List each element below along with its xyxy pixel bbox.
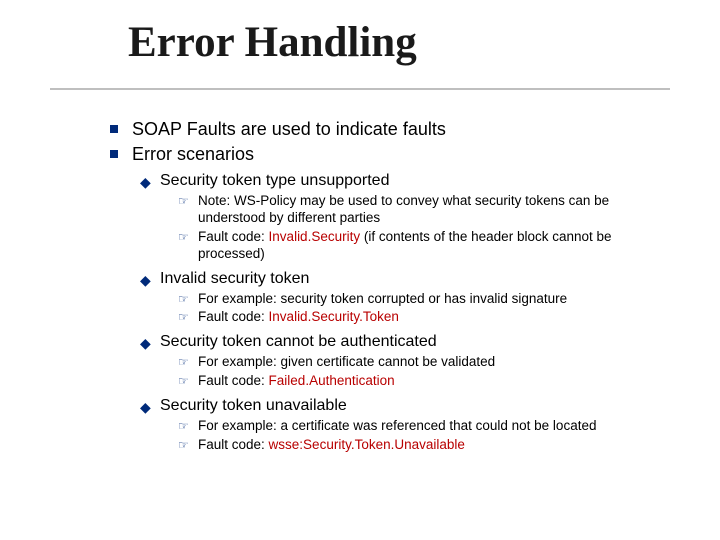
scenario-heading: ◆ Security token cannot be authenticated — [110, 332, 650, 352]
scenario-detail: ☞ For example: given certificate cannot … — [110, 354, 650, 371]
scenario-fault-code: ☞ Fault code: Invalid.Security (if conte… — [110, 229, 650, 263]
text: Security token type unsupported — [160, 172, 389, 189]
square-bullet-icon — [110, 150, 118, 158]
text: For example: given certificate cannot be… — [198, 354, 495, 369]
diamond-bullet-icon: ◆ — [140, 174, 151, 192]
pointer-bullet-icon: ☞ — [178, 194, 189, 209]
text: Error scenarios — [132, 144, 254, 164]
pointer-bullet-icon: ☞ — [178, 374, 189, 389]
bullet-soap-faults: SOAP Faults are used to indicate faults — [110, 118, 650, 141]
pointer-bullet-icon: ☞ — [178, 419, 189, 434]
fault-code-value: Failed.Authentication — [269, 373, 395, 388]
slide: Error Handling SOAP Faults are used to i… — [0, 0, 720, 540]
bullet-error-scenarios: Error scenarios — [110, 143, 650, 166]
scenario-fault-code: ☞ Fault code: wsse:Security.Token.Unavai… — [110, 437, 650, 454]
fault-code-label: Fault code: — [198, 309, 269, 324]
scenario-detail: ☞ Note: WS-Policy may be used to convey … — [110, 193, 650, 227]
text: Note: WS-Policy may be used to convey wh… — [198, 193, 609, 225]
scenario-fault-code: ☞ Fault code: Failed.Authentication — [110, 373, 650, 390]
fault-code-value: Invalid.Security.Token — [269, 309, 399, 324]
scenario-heading: ◆ Security token unavailable — [110, 396, 650, 416]
pointer-bullet-icon: ☞ — [178, 310, 189, 325]
square-bullet-icon — [110, 125, 118, 133]
text: Security token cannot be authenticated — [160, 333, 437, 350]
scenario-fault-code: ☞ Fault code: Invalid.Security.Token — [110, 309, 650, 326]
pointer-bullet-icon: ☞ — [178, 438, 189, 453]
pointer-bullet-icon: ☞ — [178, 355, 189, 370]
scenario-detail: ☞ For example: security token corrupted … — [110, 291, 650, 308]
scenario-heading: ◆ Security token type unsupported — [110, 171, 650, 191]
fault-code-label: Fault code: — [198, 229, 269, 244]
pointer-bullet-icon: ☞ — [178, 292, 189, 307]
diamond-bullet-icon: ◆ — [140, 335, 151, 353]
slide-body: SOAP Faults are used to indicate faults … — [110, 118, 650, 455]
scenario-heading: ◆ Invalid security token — [110, 269, 650, 289]
text: SOAP Faults are used to indicate faults — [132, 119, 446, 139]
title-underline — [50, 88, 670, 90]
text: For example: security token corrupted or… — [198, 291, 567, 306]
fault-code-value: Invalid.Security — [269, 229, 361, 244]
text: Security token unavailable — [160, 397, 347, 414]
text: Invalid security token — [160, 270, 309, 287]
text: For example: a certificate was reference… — [198, 418, 596, 433]
fault-code-value: wsse:Security.Token.Unavailable — [269, 437, 465, 452]
fault-code-label: Fault code: — [198, 437, 269, 452]
scenario-detail: ☞ For example: a certificate was referen… — [110, 418, 650, 435]
fault-code-label: Fault code: — [198, 373, 269, 388]
diamond-bullet-icon: ◆ — [140, 399, 151, 417]
pointer-bullet-icon: ☞ — [178, 230, 189, 245]
diamond-bullet-icon: ◆ — [140, 272, 151, 290]
page-title: Error Handling — [128, 18, 417, 67]
